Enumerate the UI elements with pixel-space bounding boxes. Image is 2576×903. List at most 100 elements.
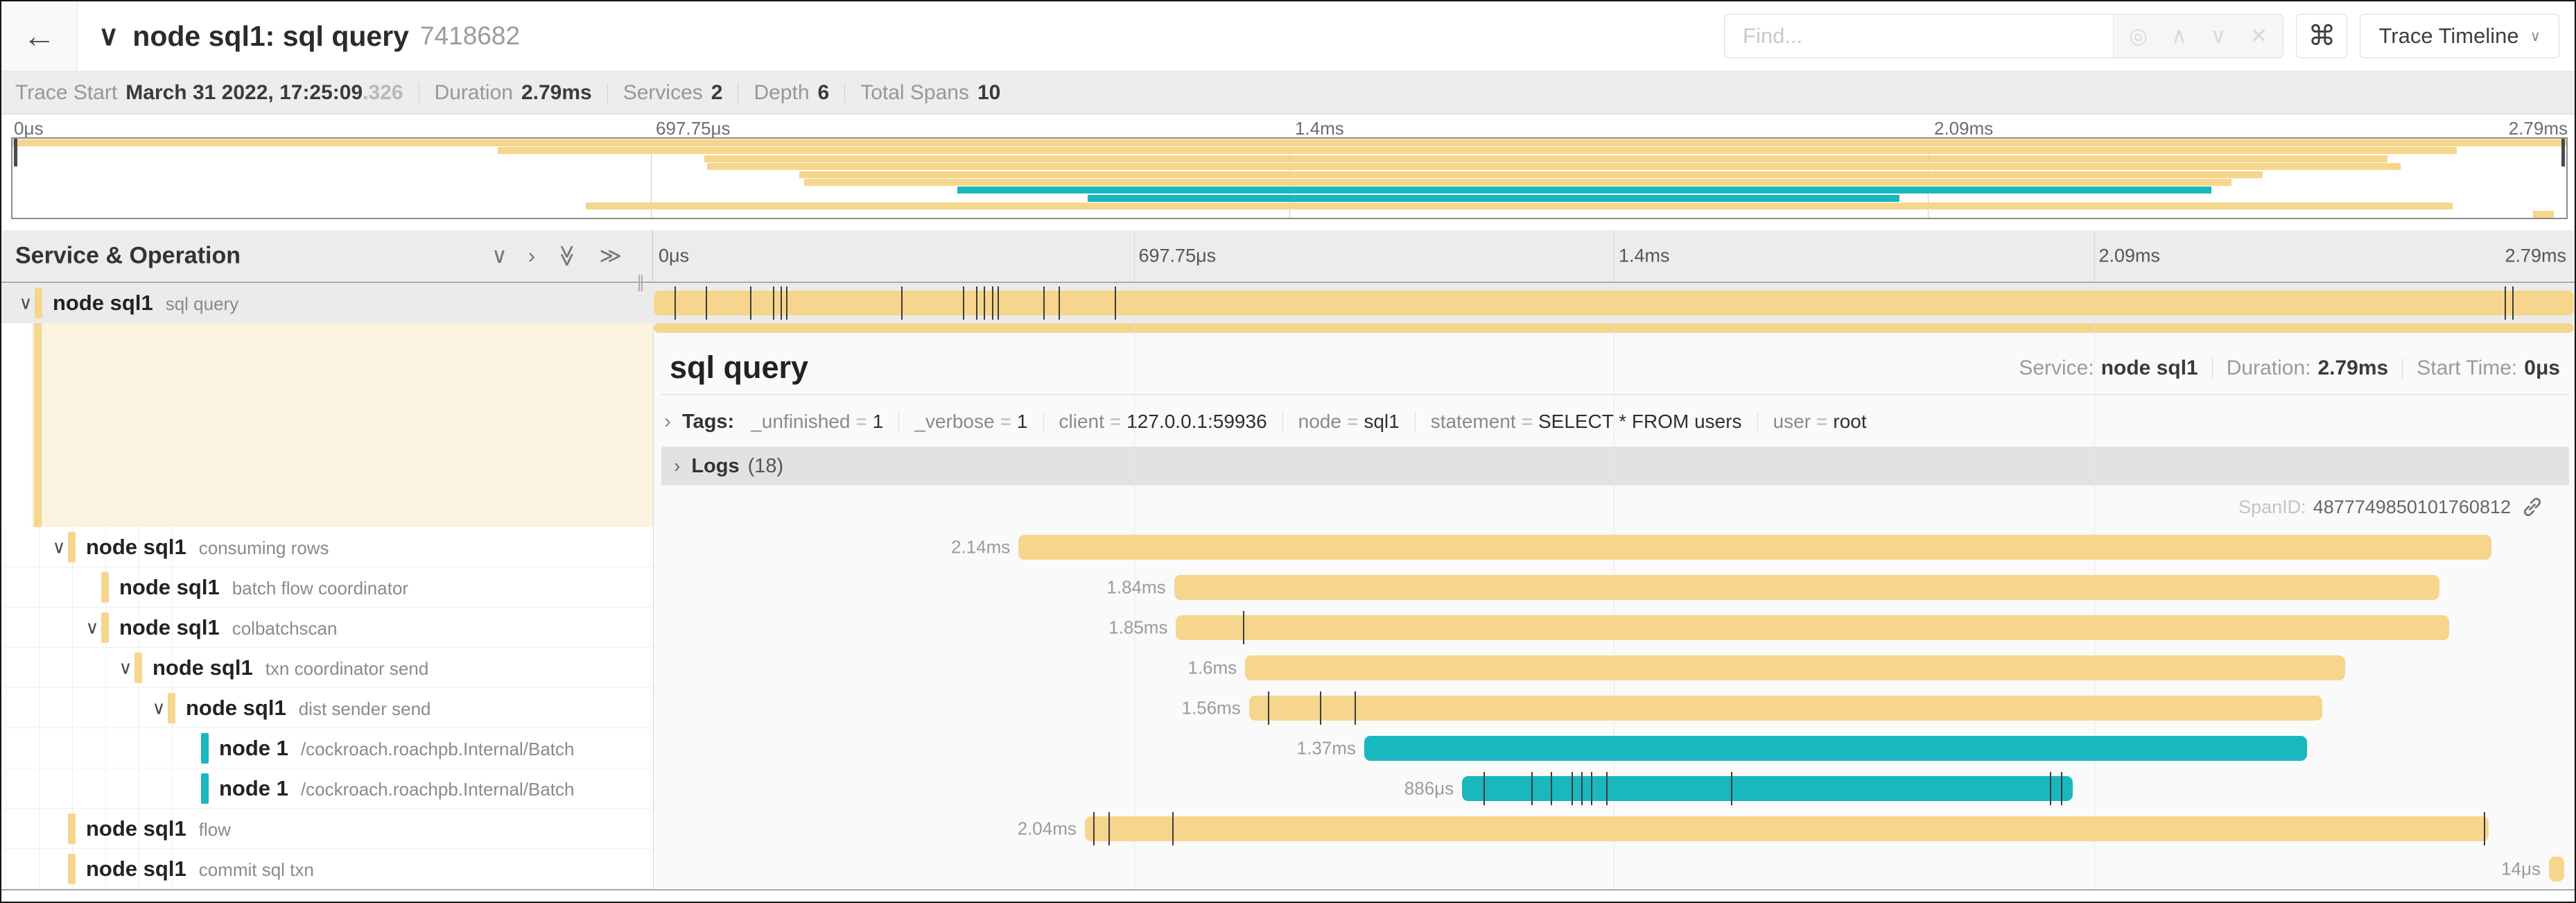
span-bar[interactable] xyxy=(1176,615,2449,640)
span-bar[interactable] xyxy=(654,291,2574,316)
info-value: 6 xyxy=(818,81,830,105)
row-chevron-icon[interactable]: ∨ xyxy=(150,697,168,719)
span-bar[interactable] xyxy=(1249,696,2322,721)
span-bar[interactable] xyxy=(1174,575,2439,600)
span-row[interactable]: ∨node sql1colbatchscan1.85ms xyxy=(1,608,2576,648)
keyboard-shortcuts-button[interactable]: ⌘ xyxy=(2296,14,2347,58)
service-color-bar xyxy=(101,572,109,603)
minimap-span xyxy=(957,187,2211,194)
logs-count: (18) xyxy=(748,455,784,478)
minimap-span xyxy=(804,179,2231,186)
detail-indent-color-bar xyxy=(34,323,42,527)
service-label: Service: xyxy=(2019,356,2094,380)
back-button[interactable]: ← xyxy=(1,1,78,71)
tag-separator xyxy=(1415,411,1416,432)
span-bar[interactable] xyxy=(1085,816,2489,841)
log-marker-tick xyxy=(1355,691,1356,725)
span-duration-label: 1.56ms xyxy=(1181,698,1240,719)
minimap-span xyxy=(12,139,2566,146)
minimap-canvas[interactable] xyxy=(11,137,2568,219)
tree-row[interactable]: node sql1commit sql txn xyxy=(1,849,652,889)
ruler-gridline xyxy=(2094,230,2095,282)
log-marker-tick xyxy=(1531,772,1533,805)
clear-search-icon[interactable]: ✕ xyxy=(2250,24,2268,49)
span-row[interactable]: node sql1commit sql txn14μs xyxy=(1,849,2576,889)
minimap-span xyxy=(586,203,2453,209)
tag-separator xyxy=(1043,411,1044,432)
detail-meta: Service: node sql1 Duration: 2.79ms Star… xyxy=(2019,356,2560,380)
tree-row[interactable]: ∨node sql1consuming rows xyxy=(1,527,652,567)
ruler-gridline xyxy=(1614,230,1615,282)
next-result-icon[interactable]: ∨ xyxy=(2211,24,2227,49)
info-separator xyxy=(607,83,608,103)
meta-separator xyxy=(2212,358,2213,379)
find-input[interactable] xyxy=(1725,15,2113,58)
trace-timeline-page: ← ∨ node sql1: sql query 7418682 ◎ ∧ ∨ ✕… xyxy=(0,0,2576,903)
log-marker-tick xyxy=(1731,772,1732,805)
tree-row[interactable]: ∨node sql1txn coordinator send xyxy=(1,648,652,688)
tree-row[interactable]: node sql1flow xyxy=(1,809,652,849)
log-marker-tick xyxy=(1483,772,1485,805)
row-chevron-icon[interactable]: ∨ xyxy=(17,293,35,314)
column-resizer-handle[interactable]: ∥ xyxy=(636,273,645,293)
log-marker-tick xyxy=(786,286,787,320)
span-row[interactable]: node 1/cockroach.roachpb.Internal/Batch8… xyxy=(1,768,2576,809)
span-row[interactable]: node 1/cockroach.roachpb.Internal/Batch1… xyxy=(1,728,2576,768)
logs-label: Logs xyxy=(691,455,739,478)
trace-collapse-chevron-icon[interactable]: ∨ xyxy=(98,20,119,52)
log-marker-tick xyxy=(1108,812,1110,845)
log-marker-tick xyxy=(1320,691,1321,725)
service-name: node sql1 xyxy=(53,291,153,316)
span-row[interactable]: ∨node sql1dist sender send 1.56ms xyxy=(1,688,2576,728)
expand-all-icon[interactable]: ≫ xyxy=(600,243,622,268)
locate-icon[interactable]: ◎ xyxy=(2129,24,2148,49)
service-name: node 1 xyxy=(219,736,288,761)
ruler-tick-label: 1.4ms xyxy=(1619,246,1670,267)
ruler-tick-label: 0μs xyxy=(659,246,689,267)
span-row[interactable]: ∨node sql1sql query xyxy=(1,283,2576,323)
span-bar[interactable] xyxy=(1245,655,2345,680)
tags-row[interactable]: › Tags: _unfinished=1_verbose=1client=12… xyxy=(661,404,1867,440)
span-duration-label: 1.84ms xyxy=(1106,577,1165,599)
expand-one-icon[interactable]: › xyxy=(528,243,535,268)
span-bar[interactable] xyxy=(1462,776,2073,801)
minimap-span xyxy=(704,155,2387,162)
log-marker-tick xyxy=(773,286,774,320)
row-chevron-icon[interactable]: ∨ xyxy=(50,536,68,558)
span-row[interactable]: ∨node sql1txn coordinator send1.6ms xyxy=(1,648,2576,688)
start-time-label: Start Time: xyxy=(2417,356,2517,380)
log-marker-tick xyxy=(1093,812,1095,845)
span-row[interactable]: node sql1flow2.04ms xyxy=(1,809,2576,849)
prev-result-icon[interactable]: ∧ xyxy=(2171,24,2187,49)
tree-row[interactable]: node 1/cockroach.roachpb.Internal/Batch xyxy=(1,728,652,768)
log-marker-tick xyxy=(1591,772,1592,805)
operation-name: /cockroach.roachpb.Internal/Batch xyxy=(301,739,575,760)
span-bar[interactable] xyxy=(2549,857,2564,882)
detail-left-fill xyxy=(32,323,653,527)
tree-row[interactable]: ∨node sql1colbatchscan xyxy=(1,608,652,648)
command-icon: ⌘ xyxy=(2308,20,2335,52)
viewport-left-handle[interactable] xyxy=(14,139,17,166)
link-icon[interactable] xyxy=(2521,495,2544,519)
minimap-axis-label: 0μs xyxy=(14,118,43,139)
tree-row[interactable]: ∨node sql1sql query xyxy=(1,283,652,323)
span-bar[interactable] xyxy=(1018,535,2491,560)
tree-row[interactable]: node 1/cockroach.roachpb.Internal/Batch xyxy=(1,768,652,809)
row-chevron-icon[interactable]: ∨ xyxy=(83,617,101,638)
span-bar[interactable] xyxy=(1364,736,2307,761)
trace-id: 7418682 xyxy=(420,22,520,51)
tree-row[interactable]: node sql1batch flow coordinator xyxy=(1,567,652,608)
tree-row[interactable]: ∨node sql1dist sender send xyxy=(1,688,652,728)
collapse-all-icon[interactable]: ≫ xyxy=(555,245,580,267)
tag-item: node=sql1 xyxy=(1298,411,1400,433)
span-row[interactable]: ∨node sql1consuming rows2.14ms xyxy=(1,527,2576,567)
view-selector-button[interactable]: Trace Timeline ∨ xyxy=(2360,14,2559,58)
span-row-labels: node sql1batch flow coordinator xyxy=(119,575,408,600)
tags-list: _unfinished=1_verbose=1client=127.0.0.1:… xyxy=(751,411,1866,433)
row-chevron-icon[interactable]: ∨ xyxy=(116,657,134,678)
logs-row[interactable]: › Logs (18) xyxy=(661,447,2569,485)
collapse-one-icon[interactable]: ∨ xyxy=(491,243,507,268)
viewport-right-handle[interactable] xyxy=(2561,139,2565,166)
info-label: Duration xyxy=(435,81,513,105)
span-row[interactable]: node sql1batch flow coordinator 1.84ms xyxy=(1,567,2576,608)
